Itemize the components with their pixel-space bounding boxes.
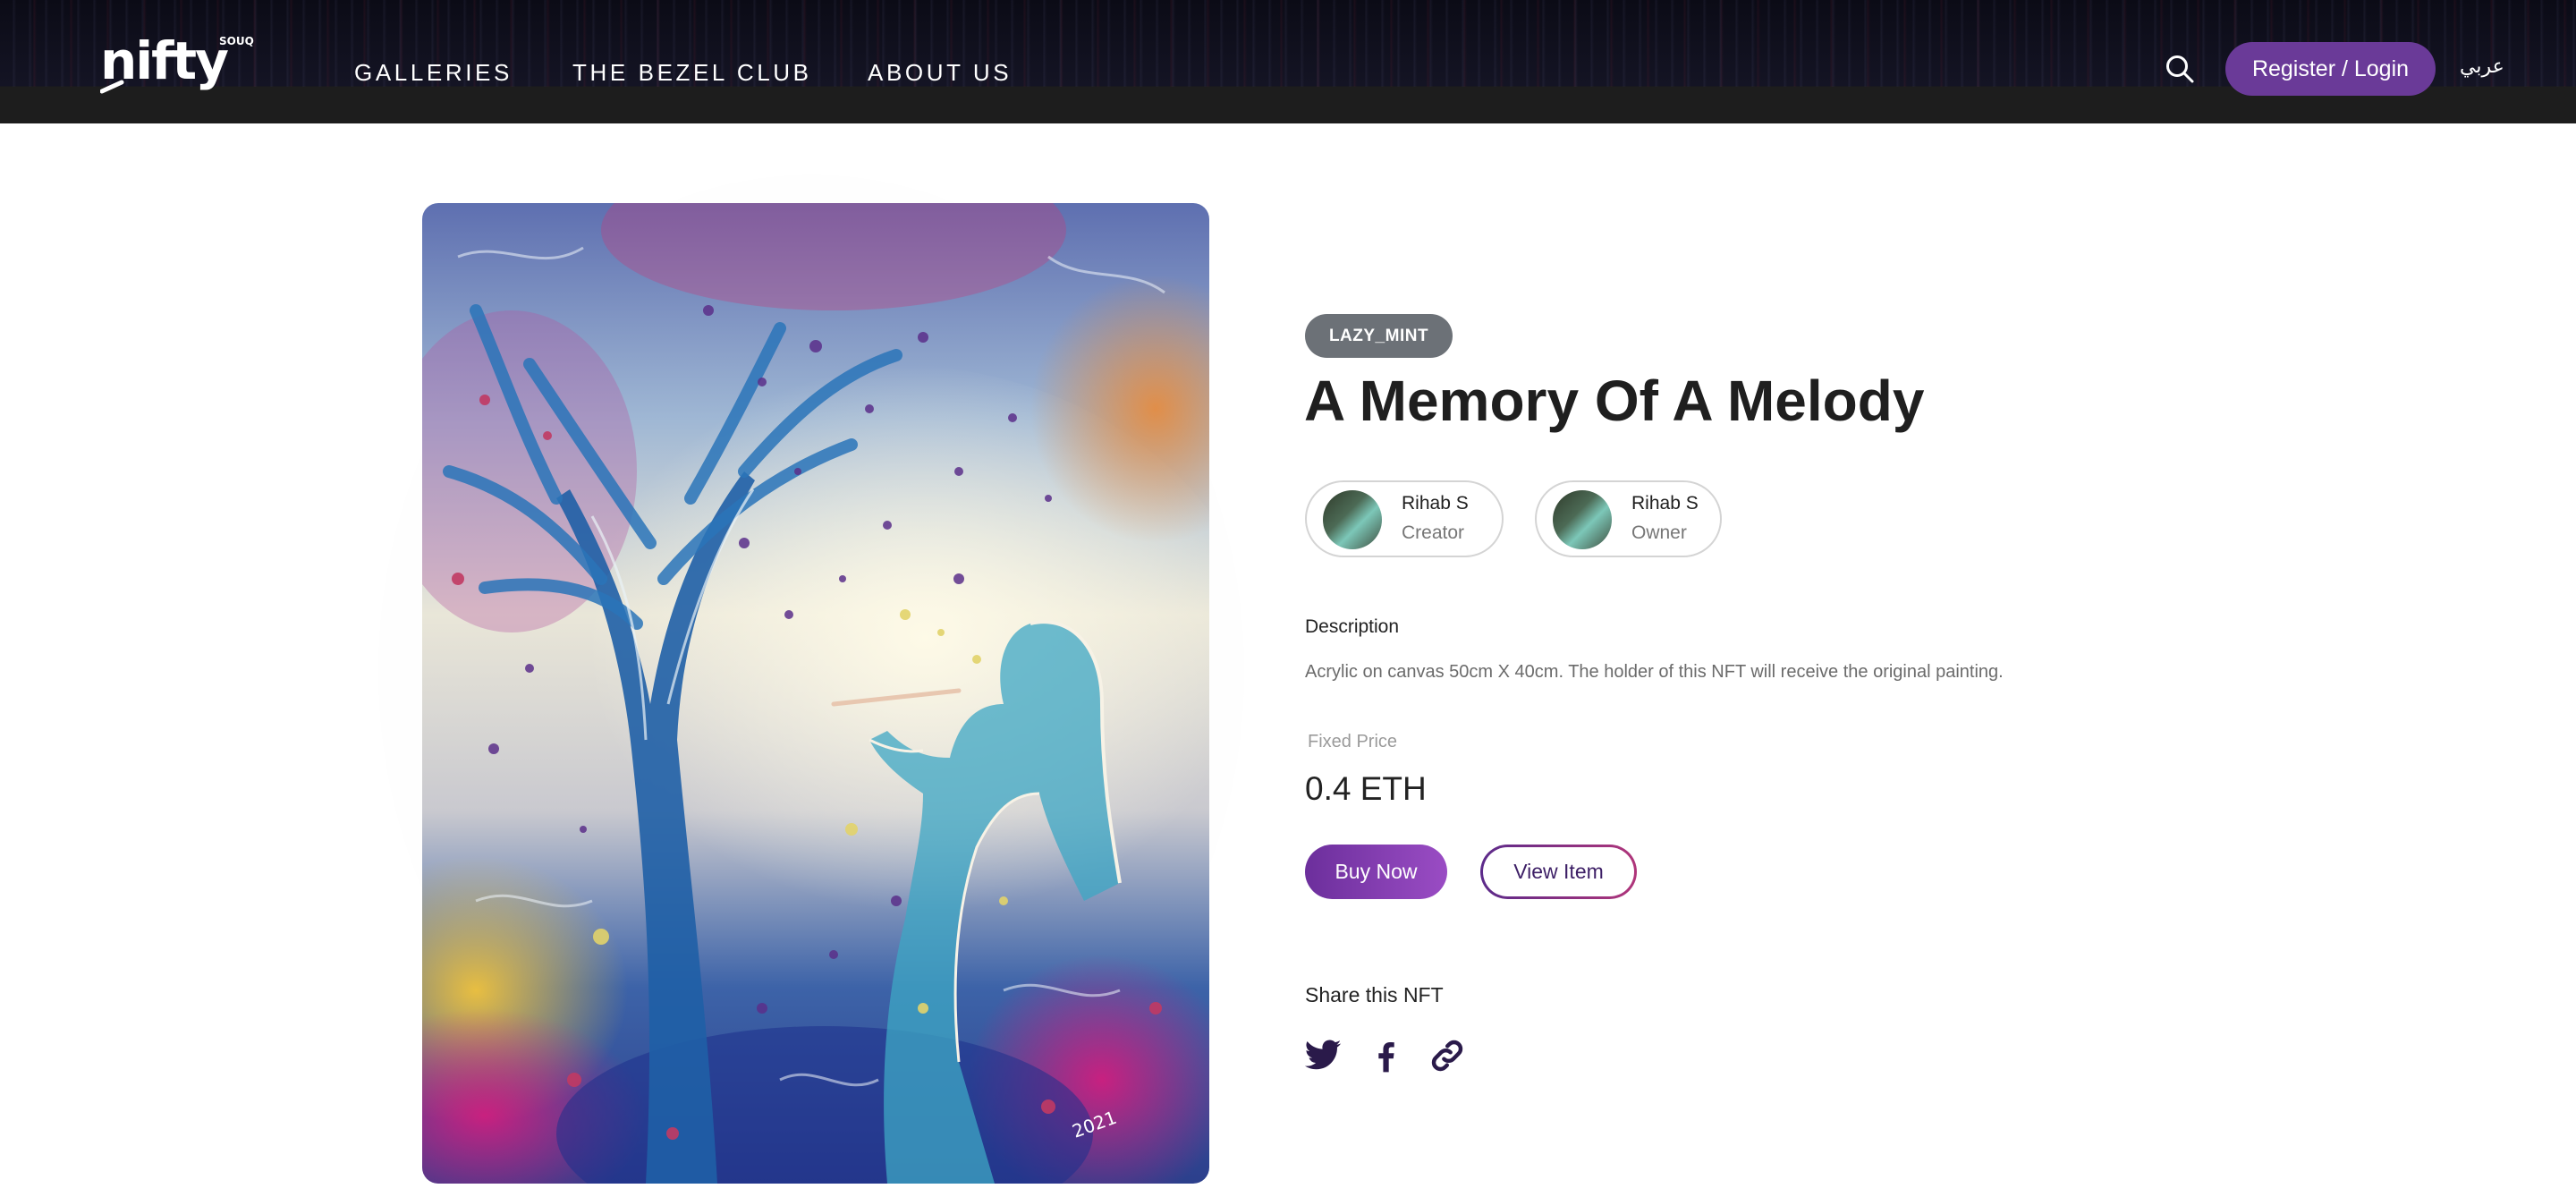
header-underbar <box>0 87 2576 123</box>
view-item-button[interactable]: View Item <box>1480 845 1637 899</box>
facebook-icon[interactable] <box>1366 1036 1405 1075</box>
owner-card[interactable]: Rihab S Owner <box>1535 480 1722 557</box>
creator-name: Rihab S <box>1402 493 1469 514</box>
share-label: Share this NFT <box>1305 983 1444 1006</box>
creator-card[interactable]: Rihab S Creator <box>1305 480 1504 557</box>
view-item-label: View Item <box>1483 847 1634 896</box>
nav-galleries[interactable]: GALLERIES <box>354 57 513 88</box>
nav-the-bezel-club[interactable]: THE BEZEL CLUB <box>572 57 812 88</box>
twitter-icon[interactable] <box>1303 1036 1343 1075</box>
register-login-button[interactable]: Register / Login <box>2225 42 2436 96</box>
link-icon[interactable] <box>1428 1036 1467 1075</box>
nifty-souq-logo[interactable]: nifty SOUQ <box>100 27 279 98</box>
search-icon[interactable] <box>2165 54 2195 84</box>
price-value: 0.4 ETH <box>1305 770 1427 807</box>
owner-name: Rihab S <box>1631 493 1699 514</box>
mint-status-badge: LAZY_MINT <box>1305 314 1453 358</box>
nft-title: A Memory Of A Melody <box>1304 369 1925 433</box>
description-label: Description <box>1305 616 1400 637</box>
site-header: nifty SOUQ GALLERIES THE BEZEL CLUB ABOU… <box>0 0 2576 123</box>
description-text: Acrylic on canvas 50cm X 40cm. The holde… <box>1305 662 2004 682</box>
owner-avatar <box>1553 490 1612 549</box>
price-label: Fixed Price <box>1308 732 1398 751</box>
buy-now-button[interactable]: Buy Now <box>1305 845 1447 899</box>
language-toggle[interactable]: عربي <box>2460 51 2506 83</box>
logo-tag: SOUQ <box>219 35 254 47</box>
owner-role: Owner <box>1631 522 1687 543</box>
creator-role: Creator <box>1402 522 1465 543</box>
artwork-image[interactable]: 2021 <box>422 203 1209 1184</box>
nav-about-us[interactable]: ABOUT US <box>868 57 1012 88</box>
creator-avatar <box>1323 490 1382 549</box>
